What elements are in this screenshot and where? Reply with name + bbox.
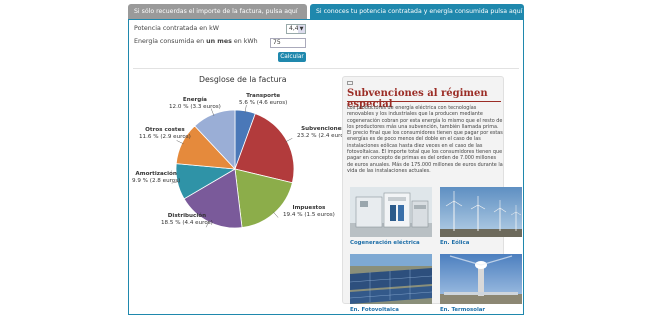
title-underline [347, 101, 501, 102]
tile-fotovoltaica-caption[interactable]: En. Fotovoltaica [350, 307, 432, 313]
label-energia-name: Energía [182, 97, 207, 103]
tab-bar: Si sólo recuerdas el importe de la factu… [128, 4, 524, 20]
label-energia-value: 12.0 % (3.3 euros) [169, 104, 221, 110]
solar-panels-image[interactable] [350, 254, 432, 304]
label-energia: Energía 12.0 % (3.3 euros) [169, 97, 221, 111]
power-select[interactable]: 4,4 ▼ [286, 24, 306, 34]
tile-termosolar-caption[interactable]: En. Termosolar [440, 307, 522, 313]
tile-eolica-caption[interactable]: En. Eólica [440, 240, 522, 246]
label-transporte-name: Transporte [246, 93, 281, 99]
leader-line [272, 211, 279, 218]
envelope-icon [347, 81, 353, 85]
tab-invoice-amount[interactable]: Si sólo recuerdas el importe de la factu… [128, 4, 307, 20]
label-distribucion-value: 18.5 % (4.4 euros) [161, 220, 213, 226]
label-amortizacion-value: 9.9 % (2.8 euros) [132, 178, 181, 184]
label-impuestos-name: Impuestos [292, 205, 326, 211]
energy-label-bold: un mes [206, 38, 232, 45]
tile-cogeneracion-caption[interactable]: Cogeneración eléctrica [350, 240, 432, 246]
tile-termosolar[interactable]: En. Termosolar [440, 254, 522, 313]
infobox-text: Los productores de energía eléctrica con… [347, 105, 503, 174]
energy-label: Energía consumida en un mes en kWh [134, 38, 258, 45]
chevron-down-icon[interactable]: ▼ [298, 25, 305, 33]
label-distribucion-name: Distribución [167, 213, 207, 219]
label-transporte: Transporte 5.6 % (4.6 euros) [239, 93, 287, 107]
tile-cogeneracion[interactable]: Cogeneración eléctrica [350, 187, 432, 246]
power-label: Potencia contratada en kW [134, 25, 219, 32]
label-amortizacion: Amortización 9.9 % (2.8 euros) [132, 171, 180, 185]
label-otros-costes-name: Otros costes [145, 127, 185, 133]
label-impuestos: Impuestos 19.4 % (1.5 euros) [283, 205, 335, 219]
energy-input[interactable]: 75 [270, 38, 306, 48]
label-amortizacion-name: Amortización [135, 171, 177, 177]
calculate-button[interactable]: Calcular [278, 52, 306, 62]
wind-turbines-image[interactable] [440, 187, 522, 237]
label-impuestos-value: 19.4 % (1.5 euros) [283, 212, 335, 218]
label-otros-costes: Otros costes 11.6 % (2.9 euros) [139, 127, 191, 141]
divider [133, 68, 519, 69]
calculator-panel: Potencia contratada en kW 4,4 ▼ Energía … [128, 19, 524, 315]
solar-tower-image[interactable] [440, 254, 522, 304]
label-transporte-value: 5.6 % (4.6 euros) [239, 100, 288, 106]
tile-eolica[interactable]: En. Eólica [440, 187, 522, 246]
tab-power-and-energy[interactable]: Si conoces tu potencia contratada y ener… [310, 4, 524, 20]
chart-title: Desglose de la factura [199, 75, 287, 84]
label-distribucion: Distribución 18.5 % (4.4 euros) [161, 213, 213, 227]
energy-label-prefix: Energía consumida en [134, 38, 207, 45]
subsidies-infobox: Subvenciones al régimen especial Los pro… [342, 76, 522, 313]
label-otros-costes-value: 11.6 % (2.9 euros) [139, 134, 191, 140]
tile-fotovoltaica[interactable]: En. Fotovoltaica [350, 254, 432, 313]
energy-label-suffix: en kWh [231, 38, 258, 45]
cogeneration-plant-image[interactable] [350, 187, 432, 237]
